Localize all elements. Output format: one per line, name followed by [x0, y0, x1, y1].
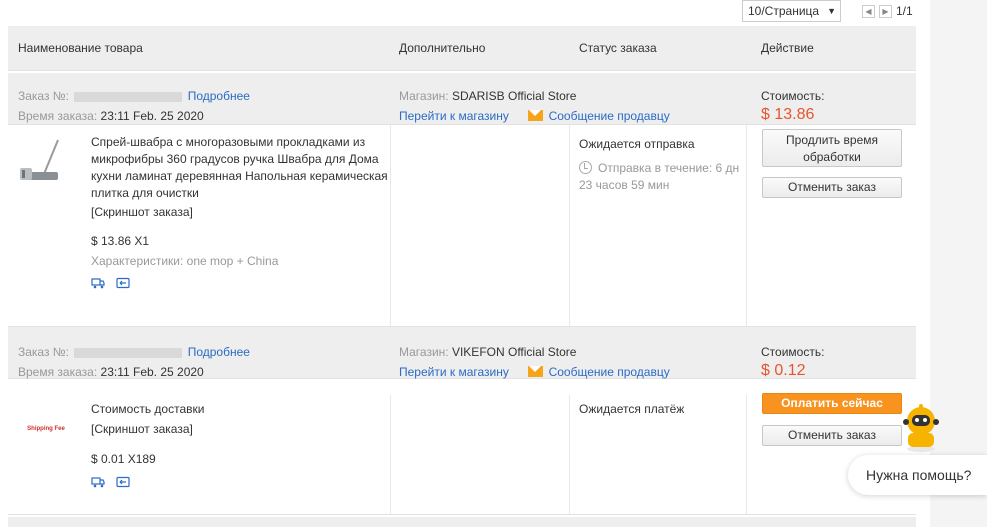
arrow-left-icon: ◀ — [865, 6, 872, 16]
cost-value: $ 0.12 — [761, 362, 806, 379]
order-number-line: Заказ №: Подробнее — [18, 87, 250, 105]
order-time-value: 23:11 Feb. 25 2020 — [100, 365, 204, 379]
order-time-value: 23:11 Feb. 25 2020 — [100, 109, 204, 123]
next-order-header — [8, 517, 916, 527]
help-robot-icon[interactable] — [898, 403, 944, 453]
per-page-select[interactable]: 10/Страница ▼ — [742, 0, 841, 22]
order-time-line: Время заказа: 23:11 Feb. 25 2020 — [18, 107, 204, 125]
order-details-link[interactable]: Подробнее — [188, 345, 250, 359]
order-time-label: Время заказа: — [18, 109, 98, 123]
order-number-redacted — [74, 347, 183, 358]
store-label: Магазин: — [399, 89, 449, 103]
store-name: SDARISB Official Store — [451, 89, 577, 103]
mail-icon — [527, 366, 543, 377]
help-chat-button[interactable]: Нужна помощь? — [848, 455, 987, 495]
arrow-right-icon: ▶ — [882, 6, 889, 16]
order-label: Заказ №: — [18, 345, 70, 359]
column-status: Статус заказа — [579, 41, 657, 55]
cancel-order-button[interactable]: Отменить заказ — [762, 425, 902, 446]
store-line: Магазин: VIKEFON Official Store — [399, 343, 576, 361]
return-box-icon[interactable] — [116, 277, 130, 289]
product-title-link[interactable]: Спрей-швабра с многоразовыми прокладками… — [91, 134, 391, 202]
column-extra: Дополнительно — [399, 41, 486, 55]
cost-value: $ 13.86 — [761, 106, 815, 123]
delivery-truck-icon[interactable] — [91, 476, 105, 488]
cancel-order-button[interactable]: Отменить заказ — [762, 177, 902, 198]
order-details-link[interactable]: Подробнее — [188, 89, 250, 103]
go-to-store-link[interactable]: Перейти к магазину — [399, 365, 509, 379]
shipping-countdown: Отправка в течение: 6 дн 23 часов 59 мин — [579, 160, 744, 194]
order-header: Заказ №: Подробнее Время заказа: 23:11 F… — [8, 327, 916, 379]
pagination: 10/Страница ▼ ◀ ▶ 1/1 — [742, 0, 913, 22]
store-links: Перейти к магазину Сообщение продавцу — [399, 363, 670, 381]
order-snapshot-link[interactable]: [Скриншот заказа] — [91, 203, 193, 221]
per-page-value: 10/Страница — [748, 4, 820, 18]
next-page-button[interactable]: ▶ — [879, 4, 892, 18]
column-action: Действие — [761, 41, 814, 55]
order-status: Ожидается отправка — [579, 137, 695, 151]
caret-down-icon: ▼ — [827, 6, 836, 16]
product-specs: Характеристики: one mop + China — [91, 254, 279, 268]
mail-icon — [527, 110, 543, 121]
extend-processing-button[interactable]: Продлить время обработки — [762, 129, 902, 167]
unit-price: $ 13.86 X1 — [91, 234, 150, 248]
help-label: Нужна помощь? — [866, 467, 972, 483]
order-body: Спрей-швабра с многоразовыми прокладками… — [8, 125, 916, 327]
order-number-redacted — [74, 91, 183, 102]
order-body: Shipping Fee Стоимость доставки [Скриншо… — [8, 393, 916, 515]
pay-now-button[interactable]: Оплатить сейчас — [762, 393, 902, 414]
order-time-line: Время заказа: 23:11 Feb. 25 2020 — [18, 363, 204, 381]
orders-table: Наименование товара Дополнительно Статус… — [8, 26, 916, 515]
cost-label: Стоимость: — [761, 89, 825, 103]
page-info: 1/1 — [896, 4, 913, 18]
product-title-link[interactable]: Стоимость доставки — [91, 400, 204, 418]
shipping-countdown-text: Отправка в течение: 6 дн 23 часов 59 мин — [579, 161, 740, 192]
delivery-truck-icon[interactable] — [91, 277, 105, 289]
cost-label: Стоимость: — [761, 345, 825, 359]
message-seller-link[interactable]: Сообщение продавцу — [549, 365, 670, 379]
order-status: Ожидается платёж — [579, 402, 685, 416]
message-seller-link[interactable]: Сообщение продавцу — [549, 109, 670, 123]
order-number-line: Заказ №: Подробнее — [18, 343, 250, 361]
store-label: Магазин: — [399, 345, 449, 359]
column-product: Наименование товара — [18, 41, 143, 55]
store-links: Перейти к магазину Сообщение продавцу — [399, 107, 670, 125]
store-line: Магазин: SDARISB Official Store — [399, 87, 576, 105]
prev-page-button[interactable]: ◀ — [862, 4, 875, 18]
clock-icon — [579, 161, 592, 174]
order-header: Заказ №: Подробнее Время заказа: 23:11 F… — [8, 73, 916, 125]
return-box-icon[interactable] — [116, 476, 130, 488]
shipping-fee-image[interactable]: Shipping Fee — [18, 423, 74, 435]
order-time-label: Время заказа: — [18, 365, 98, 379]
order-label: Заказ №: — [18, 89, 70, 103]
go-to-store-link[interactable]: Перейти к магазину — [399, 109, 509, 123]
unit-price: $ 0.01 X189 — [91, 452, 156, 466]
store-name: VIKEFON Official Store — [451, 345, 577, 359]
table-header: Наименование товара Дополнительно Статус… — [8, 26, 916, 71]
mop-product-image[interactable] — [18, 136, 68, 186]
order-snapshot-link[interactable]: [Скриншот заказа] — [91, 420, 193, 438]
